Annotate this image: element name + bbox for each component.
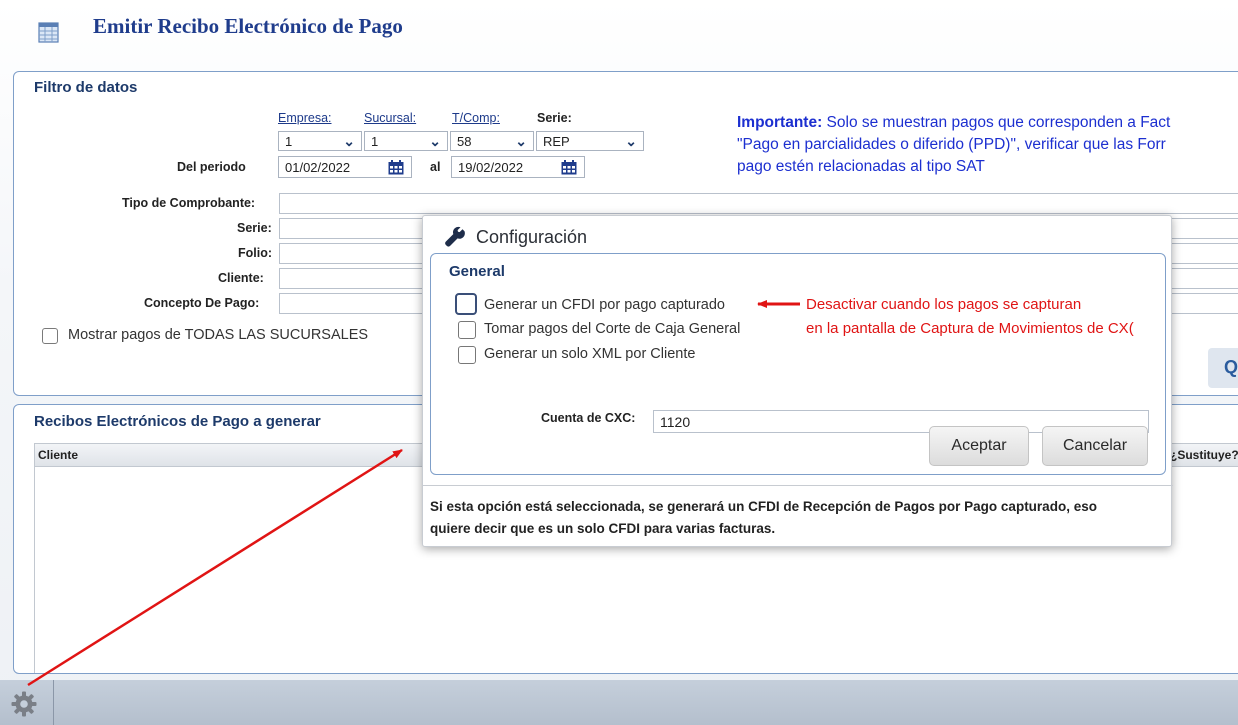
important-bold: Importante:: [737, 114, 823, 131]
serie-field-label: Serie:: [237, 221, 272, 235]
cliente-label: Cliente:: [218, 271, 264, 285]
important-line3: pago estén relacionadas al tipo SAT: [737, 158, 985, 175]
column-header-sustituye[interactable]: ¿Sustituye?: [1170, 448, 1238, 462]
tcomp-link[interactable]: T/Comp:: [452, 111, 500, 125]
fecha-hasta-input[interactable]: 19/02/2022: [451, 156, 585, 178]
tcomp-value: 58: [457, 134, 472, 149]
calendar-icon[interactable]: [388, 160, 404, 175]
fecha-desde-input[interactable]: 01/02/2022: [278, 156, 412, 178]
general-group-title: General: [449, 263, 505, 280]
fecha-desde-value: 01/02/2022: [285, 160, 351, 175]
generar-cfdi-label: Generar un CFDI por pago capturado: [484, 297, 725, 313]
wrench-icon: [445, 226, 465, 247]
gear-icon[interactable]: [10, 690, 38, 718]
search-button[interactable]: Q: [1208, 348, 1238, 388]
filter-panel-title: Filtro de datos: [34, 79, 138, 96]
tipo-comprobante-field[interactable]: [279, 193, 1238, 214]
page-title: Emitir Recibo Electrónico de Pago: [93, 14, 403, 38]
help-separator: [423, 485, 1173, 486]
configuracion-dialog: Configuración General Generar un CFDI po…: [422, 215, 1173, 547]
tcomp-select[interactable]: 58 ⌄: [450, 131, 534, 151]
help-text: Si esta opción está seleccionada, se gen…: [430, 496, 1166, 540]
general-group: General Generar un CFDI por pago captura…: [430, 253, 1166, 475]
important-notice: Importante: Solo se muestran pagos que c…: [737, 112, 1238, 178]
empresa-link[interactable]: Empresa:: [278, 111, 332, 125]
footer-bar: [0, 680, 1238, 725]
sucursal-value: 1: [371, 134, 379, 149]
cxc-label: Cuenta de CXC:: [541, 411, 636, 425]
empresa-select[interactable]: 1 ⌄: [278, 131, 362, 151]
serie-label: Serie:: [537, 111, 572, 125]
concepto-label: Concepto De Pago:: [144, 296, 260, 310]
todas-sucursales-checkbox[interactable]: [42, 328, 58, 344]
page-header: Emitir Recibo Electrónico de Pago: [0, 0, 1238, 66]
solo-xml-checkbox[interactable]: [458, 346, 476, 364]
empresa-value: 1: [285, 134, 293, 149]
tipo-comprobante-label: Tipo de Comprobante:: [122, 196, 256, 210]
generar-cfdi-checkbox[interactable]: [455, 293, 477, 315]
footer-separator: [53, 680, 54, 725]
annotation-line1: Desactivar cuando los pagos se capturan: [806, 296, 1082, 313]
todas-sucursales-label: Mostrar pagos de TODAS LAS SUCURSALES: [68, 327, 369, 343]
dialog-title: Configuración: [476, 227, 588, 247]
chevron-down-icon: ⌄: [515, 133, 527, 149]
serie-value: REP: [543, 134, 570, 149]
recibos-panel-title: Recibos Electrónicos de Pago a generar: [34, 413, 321, 430]
important-line2: "Pago en parcialidades o diferido (PPD)"…: [737, 136, 1166, 153]
sucursal-link[interactable]: Sucursal:: [364, 111, 416, 125]
periodo-label: Del periodo: [177, 160, 246, 174]
sucursal-select[interactable]: 1 ⌄: [364, 131, 448, 151]
tomar-pagos-label: Tomar pagos del Corte de Caja General: [484, 321, 741, 337]
fecha-hasta-value: 19/02/2022: [458, 160, 524, 175]
accept-button[interactable]: Aceptar: [929, 426, 1029, 466]
search-button-label: Q: [1224, 357, 1238, 377]
chevron-down-icon: ⌄: [625, 133, 637, 149]
chevron-down-icon: ⌄: [343, 133, 355, 149]
annotation-line2: en la pantalla de Captura de Movimientos…: [806, 320, 1134, 337]
solo-xml-label: Generar un solo XML por Cliente: [484, 346, 696, 362]
folio-label: Folio:: [238, 246, 273, 260]
tomar-pagos-checkbox[interactable]: [458, 321, 476, 339]
calendar-icon[interactable]: [561, 160, 577, 175]
chevron-down-icon: ⌄: [429, 133, 441, 149]
cancel-button[interactable]: Cancelar: [1042, 426, 1148, 466]
serie-select[interactable]: REP ⌄: [536, 131, 644, 151]
column-header-cliente[interactable]: Cliente: [38, 448, 78, 462]
table-icon: [38, 22, 59, 43]
help-line2: quiere decir que es un solo CFDI para va…: [430, 521, 776, 536]
important-line1: Solo se muestran pagos que corresponden …: [822, 114, 1171, 131]
help-line1: Si esta opción está seleccionada, se gen…: [430, 499, 1097, 514]
al-label: al: [430, 160, 441, 174]
